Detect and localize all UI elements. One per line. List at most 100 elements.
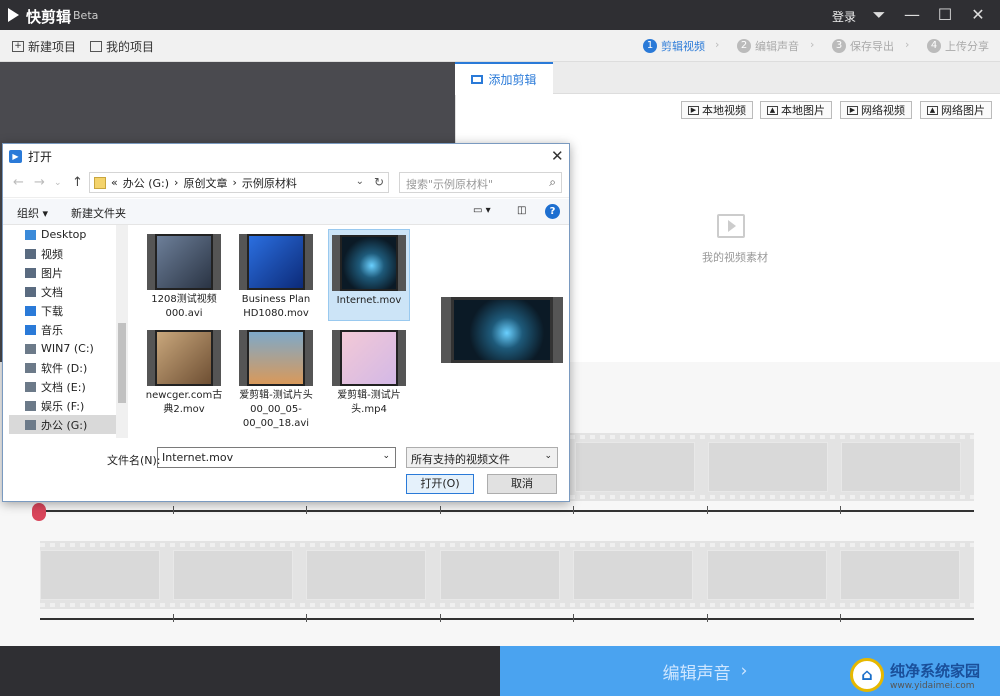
ruler-tick: [440, 614, 441, 622]
login-link[interactable]: 登录: [832, 8, 856, 25]
search-icon[interactable]: ⌕: [549, 175, 556, 190]
new-folder-button[interactable]: 新建文件夹: [71, 205, 126, 221]
organize-menu[interactable]: 组织 ▾: [17, 205, 48, 221]
step-save-export[interactable]: 3 保存导出: [832, 38, 894, 54]
video-track[interactable]: [40, 541, 974, 609]
nav-label: 文档 (E:): [41, 380, 86, 394]
search-input[interactable]: 搜索"示例原材料" ⌕: [399, 172, 562, 193]
online-video-button[interactable]: ▶ 网络视频: [840, 101, 912, 119]
drive-icon: [25, 362, 36, 373]
my-projects-label: 我的项目: [106, 40, 155, 54]
file-item[interactable]: 爱剪辑-测试片头.mp4: [328, 325, 410, 417]
chevron-down-icon[interactable]: ⌄: [544, 451, 552, 461]
watermark-logo-icon: ⌂: [850, 658, 884, 692]
nav-label: 图片: [41, 266, 63, 280]
plus-icon: +: [12, 41, 24, 52]
preview-pane-icon[interactable]: ◫: [517, 205, 526, 216]
file-item-selected[interactable]: Internet.mov: [328, 229, 410, 321]
ruler-tick: [840, 614, 841, 622]
nav-item-drive-c[interactable]: WIN7 (C:): [9, 339, 119, 358]
up-arrow-icon[interactable]: ↑: [72, 175, 83, 190]
drive-icon: [25, 381, 36, 392]
nav-item-documents[interactable]: 文档: [9, 282, 119, 301]
step-edit-audio[interactable]: 2 编辑声音: [737, 38, 799, 54]
playhead-handle[interactable]: [32, 503, 46, 521]
nav-label: 下载: [41, 304, 63, 318]
step-upload-share[interactable]: 4 上传分享: [927, 38, 989, 54]
nav-item-drive-g[interactable]: 办公 (G:): [9, 415, 119, 434]
filename-value: Internet.mov: [162, 451, 234, 464]
step-number: 4: [927, 39, 941, 53]
step-edit-video[interactable]: 1 剪辑视频: [643, 38, 705, 54]
app-icon: ▶: [9, 149, 22, 163]
tab-add-clip[interactable]: 添加剪辑: [455, 62, 553, 95]
nav-label: 软件 (D:): [41, 361, 88, 375]
button-label: 网络图片: [941, 104, 985, 117]
cancel-button[interactable]: 取消: [487, 474, 557, 494]
forward-arrow-icon[interactable]: →: [34, 175, 45, 190]
open-button[interactable]: 打开(O): [406, 474, 474, 494]
file-name: 1208测试视频000.avi: [151, 294, 217, 319]
breadcrumb-overflow[interactable]: «: [111, 176, 118, 189]
close-icon[interactable]: ✕: [969, 6, 987, 24]
open-file-dialog: ▶ 打开 ✕ ← → ⌄ ↑ « 办公 (G:) › 原创文章 › 示例原材料 …: [2, 143, 570, 502]
app-logo-icon: [8, 8, 19, 22]
drive-icon: [25, 343, 36, 354]
online-image-button[interactable]: ▲ 网络图片: [920, 101, 992, 119]
nav-item-pictures[interactable]: 图片: [9, 263, 119, 282]
file-item[interactable]: newcger.com古典2.mov: [143, 325, 225, 417]
nav-item-music[interactable]: 音乐: [9, 320, 119, 339]
menu-dropdown-icon[interactable]: ⏷: [870, 6, 888, 24]
navigation-pane: Desktop 视频 图片 文档 下载 音乐 WIN7 (C:) 软件 (D:)…: [3, 225, 128, 438]
scroll-thumb[interactable]: [118, 323, 126, 403]
nav-label: 视频: [41, 247, 63, 261]
address-bar[interactable]: « 办公 (G:) › 原创文章 › 示例原材料 ⌄ ↻: [89, 172, 389, 193]
my-projects-button[interactable]: 我的项目: [90, 38, 154, 55]
nav-item-drive-e[interactable]: 文档 (E:): [9, 377, 119, 396]
view-options-icon[interactable]: ▭ ▾: [473, 205, 491, 216]
image-icon: ▲: [767, 105, 778, 115]
maximize-icon[interactable]: ☐: [936, 6, 954, 24]
new-project-button[interactable]: + 新建项目: [12, 38, 76, 55]
nav-scrollbar[interactable]: [116, 225, 128, 438]
breadcrumb-drive[interactable]: 办公 (G:): [123, 175, 169, 191]
nav-item-videos[interactable]: 视频: [9, 244, 119, 263]
preview-thumbnail: [441, 297, 563, 363]
track-cell: [840, 550, 960, 600]
ruler-tick: [306, 506, 307, 514]
nav-item-downloads[interactable]: 下载: [9, 301, 119, 320]
minimize-icon[interactable]: —: [903, 6, 921, 24]
breadcrumb-current[interactable]: 示例原材料: [242, 175, 297, 191]
ruler-tick: [573, 614, 574, 622]
breadcrumb-separator: ›: [232, 176, 237, 189]
film-perforation: [40, 603, 974, 607]
nav-item-drive-d[interactable]: 软件 (D:): [9, 358, 119, 377]
file-name: Business Plan HD1080.mov: [241, 294, 311, 319]
timeline-ruler: [40, 614, 974, 622]
recent-dropdown-icon[interactable]: ⌄: [54, 178, 62, 188]
track-cell: [173, 550, 293, 600]
dialog-close-icon[interactable]: ✕: [551, 147, 564, 165]
play-icon: ▶: [847, 105, 858, 115]
chevron-down-icon[interactable]: ⌄: [382, 451, 390, 461]
track-cell: [707, 550, 827, 600]
file-type-select[interactable]: 所有支持的视频文件 ⌄: [406, 447, 558, 468]
button-label: 本地视频: [702, 104, 746, 117]
back-arrow-icon[interactable]: ←: [13, 175, 24, 190]
nav-item-drive-f[interactable]: 娱乐 (F:): [9, 396, 119, 415]
chevron-down-icon[interactable]: ⌄: [356, 176, 364, 187]
breadcrumb-folder[interactable]: 原创文章: [183, 175, 227, 191]
refresh-icon[interactable]: ↻: [374, 175, 384, 189]
filename-input[interactable]: Internet.mov ⌄: [157, 447, 396, 468]
local-image-button[interactable]: ▲ 本地图片: [760, 101, 832, 119]
nav-item-desktop[interactable]: Desktop: [9, 225, 119, 244]
file-item[interactable]: Business Plan HD1080.mov: [235, 229, 317, 321]
file-item[interactable]: 爱剪辑-测试片头00_00_05-00_00_18.avi: [235, 325, 317, 429]
file-type-value: 所有支持的视频文件: [411, 453, 510, 466]
local-video-button[interactable]: ▶ 本地视频: [681, 101, 753, 119]
help-icon[interactable]: ?: [545, 204, 560, 219]
ruler-tick: [840, 506, 841, 514]
toolbar: + 新建项目 我的项目 1 剪辑视频 › 2 编辑声音 › 3 保存导出 › 4…: [0, 30, 1000, 62]
file-item[interactable]: 1208测试视频000.avi: [143, 229, 225, 321]
command-bar: 组织 ▾ 新建文件夹 ▭ ▾ ◫ ?: [3, 199, 569, 225]
